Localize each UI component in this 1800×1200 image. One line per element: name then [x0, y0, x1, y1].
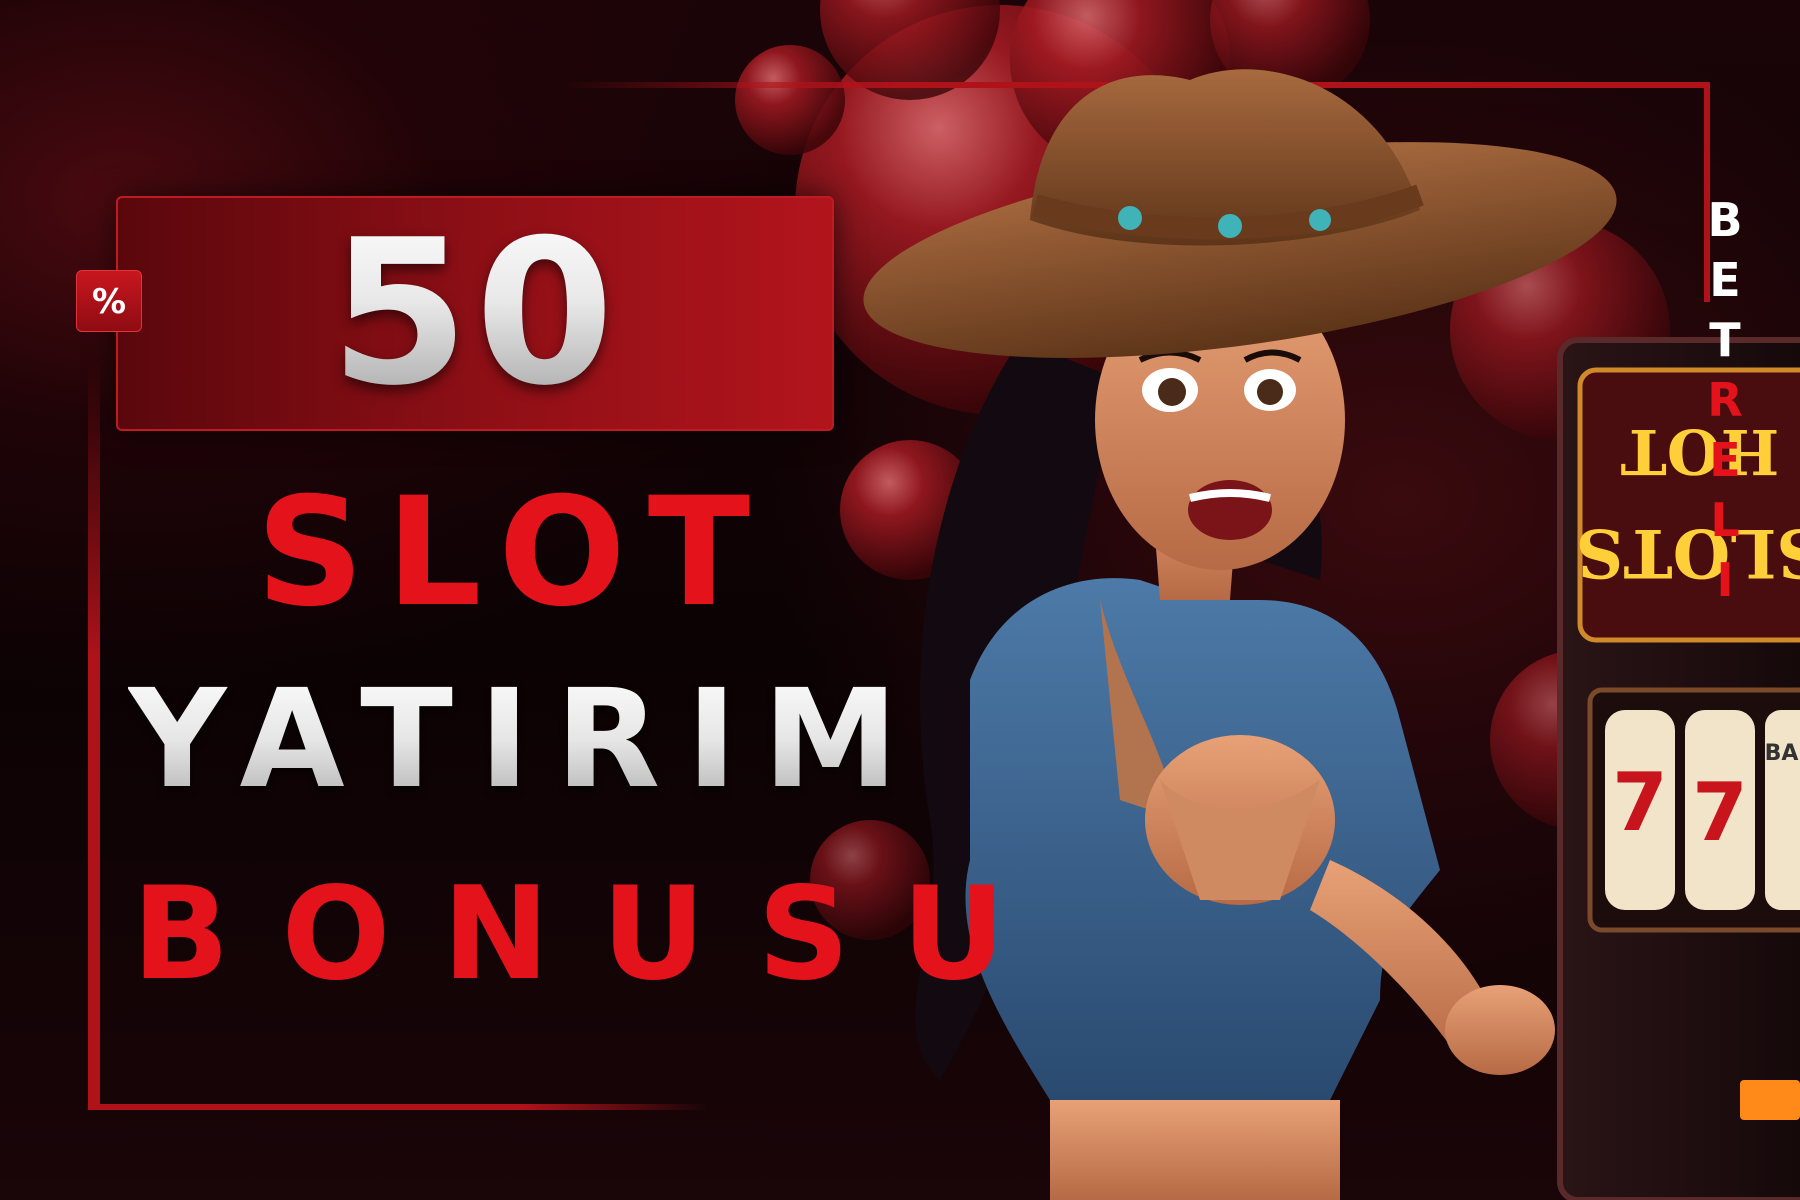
reel-bar-label: BAR: [1765, 741, 1800, 766]
reel-symbol: 7: [1612, 756, 1668, 849]
brand-letter: L: [1710, 493, 1740, 547]
brand-letter: I: [1716, 553, 1734, 607]
brand-vertical-logo: B E T R E L I: [1690, 190, 1760, 610]
headline-yatirim: YATIRIM: [128, 661, 925, 819]
brand-letter: E: [1709, 433, 1741, 487]
bubble: [735, 45, 845, 155]
headline-slot: SLOT: [256, 466, 773, 640]
brand-letter: E: [1709, 253, 1741, 307]
slot-machine-icon: HOT SLOTS 7 7 BAR: [1557, 337, 1800, 1200]
brand-letter: R: [1707, 373, 1743, 427]
frame-line-bottom: [88, 1104, 708, 1110]
headline-bonusu: BONUSU: [132, 860, 1058, 1009]
brand-letter: B: [1707, 193, 1743, 247]
promo-banner: HOT SLOTS 7 7 BAR: [0, 0, 1800, 1200]
frame-line-left: [88, 360, 100, 1110]
bonus-amount: 50: [116, 196, 834, 431]
cowgirl-illustration: HOT SLOTS 7 7 BAR: [863, 69, 1800, 1200]
reel-symbol: 7: [1692, 766, 1748, 859]
brand-letter: T: [1709, 313, 1741, 367]
slot-sign-slots: SLOTS: [1576, 514, 1800, 592]
